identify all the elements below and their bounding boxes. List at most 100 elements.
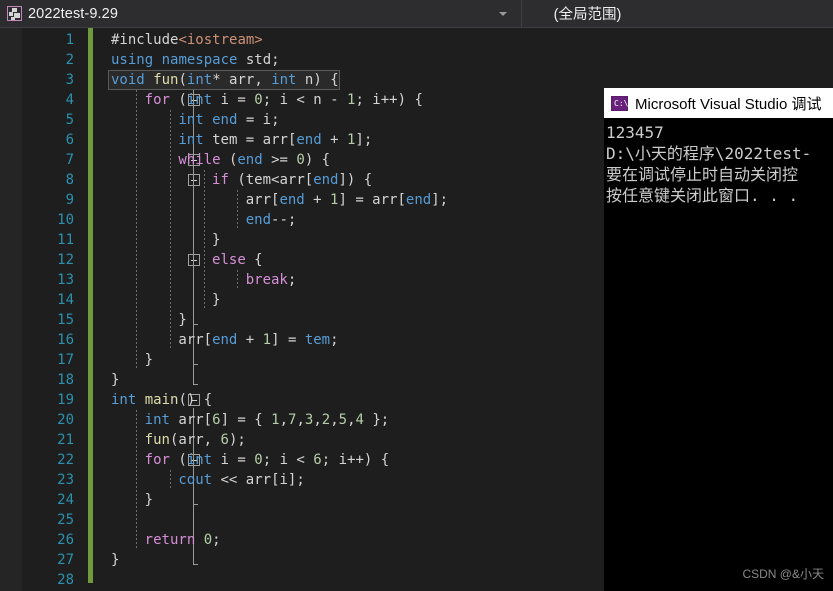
indent-guide: [136, 350, 138, 370]
code-token: ] = arr[: [338, 192, 406, 208]
line-code: }: [111, 550, 119, 570]
line-number: 1: [65, 32, 74, 48]
code-token: --;: [271, 212, 297, 228]
line-code: }: [212, 290, 220, 310]
code-token: * arr,: [212, 72, 272, 88]
indent-guide: [136, 410, 138, 430]
code-token: arr[: [169, 412, 213, 428]
line-number: 15: [57, 312, 74, 328]
code-token: );: [228, 432, 246, 448]
scope-selector[interactable]: (全局范围): [522, 0, 833, 27]
code-line[interactable]: 1 #include<iostream>: [0, 30, 833, 50]
project-selector[interactable]: 2022test-9.29: [0, 0, 521, 27]
line-number: 26: [57, 532, 74, 548]
debug-console-window[interactable]: C:\ Microsoft Visual Studio 调试 123457 D:\…: [604, 88, 833, 591]
console-output-line: 要在调试停止时自动关闭控: [606, 165, 799, 184]
code-token: }: [111, 372, 120, 388]
indent-guide: [136, 110, 138, 130]
code-token: i =: [212, 452, 255, 468]
line-code: }: [145, 350, 153, 370]
indent-guide: [237, 270, 239, 290]
line-code: else {: [212, 250, 263, 270]
visual-studio-window: 2022test-9.29 (全局范围) 1 #include<iostream>…: [0, 0, 833, 591]
code-token: arr[: [245, 192, 280, 208]
code-token: +: [321, 132, 347, 148]
code-token: ; i <: [262, 452, 314, 468]
line-number: 2: [65, 52, 74, 68]
code-token: <iostream>: [178, 32, 263, 48]
indent-guide: [169, 210, 171, 230]
console-output-line: 按任意键关闭此窗口. . .: [606, 186, 799, 205]
indent-guide: [169, 150, 171, 170]
code-token: 0: [254, 452, 263, 468]
line-code: arr[end + 1] = tem;: [178, 330, 338, 350]
code-token: i =: [212, 92, 255, 108]
indent-guide: [203, 270, 205, 290]
code-token: namespace: [161, 52, 238, 68]
code-token: std;: [237, 52, 280, 68]
code-token: 6: [212, 412, 221, 428]
code-token: while: [178, 152, 221, 168]
code-token: ,: [296, 412, 305, 428]
indent-guide: [136, 470, 138, 490]
code-token: break: [245, 272, 288, 288]
code-token: int: [178, 132, 204, 148]
line-number: 17: [57, 352, 74, 368]
line-code: }: [178, 310, 186, 330]
line-number: 11: [57, 232, 74, 248]
line-code: void fun(int* arr, int n) {: [111, 70, 339, 90]
indent-guide: [136, 450, 138, 470]
indent-guide: [169, 290, 171, 310]
code-token: (tem<arr[: [228, 172, 314, 188]
line-code: }: [145, 490, 153, 510]
code-token: arr[: [178, 332, 213, 348]
code-token: if: [212, 172, 229, 188]
navigation-bar: 2022test-9.29 (全局范围): [0, 0, 833, 28]
indent-guide: [136, 90, 138, 110]
indent-guide: [136, 510, 138, 530]
line-number: 19: [57, 392, 74, 408]
line-code: }: [111, 370, 119, 390]
code-token: n) {: [296, 72, 339, 88]
code-token: end: [212, 332, 238, 348]
code-token: ,: [330, 412, 339, 428]
code-token: using: [111, 52, 154, 68]
indent-guide: [203, 210, 205, 230]
code-token: {: [245, 252, 263, 268]
indent-guide: [203, 290, 205, 310]
code-token: }: [212, 232, 221, 248]
line-number: 14: [57, 292, 74, 308]
indent-guide: [169, 310, 171, 330]
line-number: 18: [57, 372, 74, 388]
indent-guide: [203, 190, 205, 210]
code-token: ;: [287, 272, 297, 288]
chevron-down-icon[interactable]: [499, 11, 507, 16]
line-number: 9: [65, 192, 74, 208]
code-token: end: [245, 212, 272, 228]
indent-guide: [169, 110, 171, 130]
console-output-line: D:\小天的程序\2022test-: [606, 144, 812, 163]
code-token: }: [178, 312, 187, 328]
code-token: int: [186, 92, 213, 108]
code-token: << arr[i];: [212, 472, 305, 488]
code-token: end: [313, 172, 339, 188]
code-token: (: [169, 92, 187, 108]
code-token: ; i < n -: [262, 92, 348, 108]
indent-guide: [169, 190, 171, 210]
code-token: 6: [220, 432, 229, 448]
code-token: for: [144, 92, 170, 108]
indent-guide: [136, 210, 138, 230]
line-number: 23: [57, 472, 74, 488]
line-number: 16: [57, 332, 74, 348]
line-code: }: [212, 230, 220, 250]
code-line[interactable]: 2 using namespace std;: [0, 50, 833, 70]
line-code: if (tem<arr[end]) {: [212, 170, 372, 190]
code-line[interactable]: 3 void fun(int* arr, int n) {: [0, 70, 833, 90]
scope-label: (全局范围): [553, 7, 622, 23]
code-token: end: [296, 132, 322, 148]
console-title-bar: C:\ Microsoft Visual Studio 调试: [604, 88, 833, 118]
code-token: +: [304, 192, 331, 208]
line-code: return 0;: [145, 530, 221, 550]
line-code: #include<iostream>: [111, 30, 263, 50]
line-number: 13: [57, 272, 74, 288]
